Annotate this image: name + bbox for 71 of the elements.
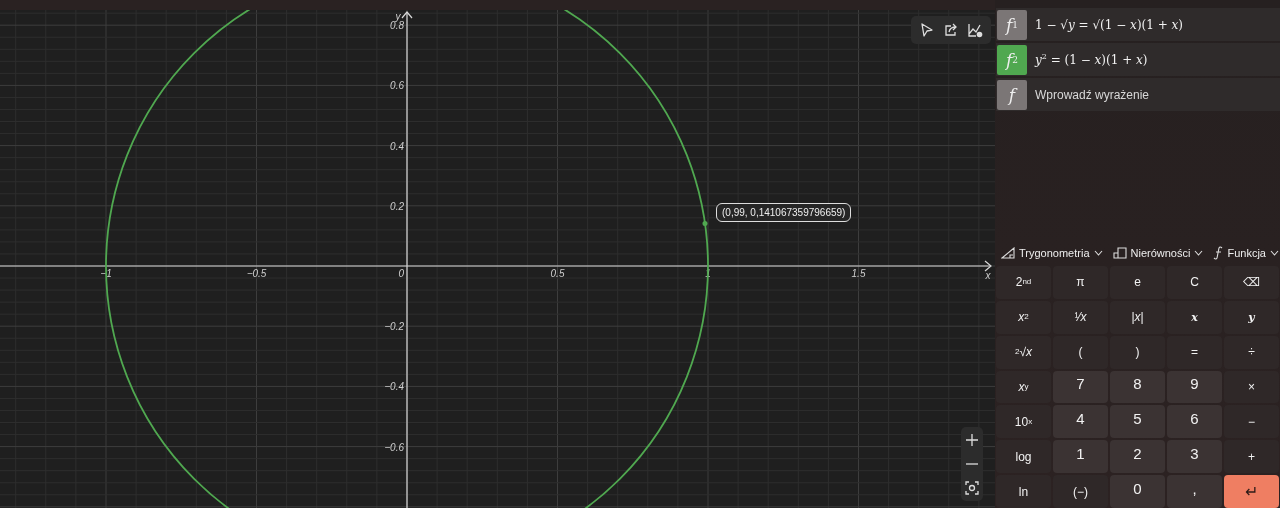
keypad-key[interactable]: x	[1167, 300, 1222, 334]
chevron-down-icon	[1194, 250, 1204, 256]
keypad-key[interactable]: ↵	[1224, 475, 1279, 508]
axis-tick-label: 0.4	[390, 140, 404, 152]
axis-tick-label: 0.5	[550, 268, 565, 279]
chevron-down-icon	[1093, 250, 1103, 256]
keypad-key[interactable]: (−)	[1053, 475, 1108, 508]
fit-view-icon	[965, 481, 979, 495]
keypad-key[interactable]: 10$^{x}$	[996, 405, 1051, 439]
share-icon	[943, 22, 959, 38]
coordinate-tooltip: (0,99, 0,141067359796659)	[716, 203, 852, 222]
keypad-key[interactable]: (	[1053, 335, 1108, 369]
function-expression: y$^{2}$ = (1 − x)(1 + x)	[1035, 52, 1148, 67]
keypad-key[interactable]: ⌫	[1224, 266, 1279, 299]
axis-tick-label: 0.2	[390, 200, 404, 212]
dropdown-button[interactable]: Trygonometria	[999, 247, 1105, 259]
zoom-in-button[interactable]	[963, 431, 981, 449]
keypad-key[interactable]: +	[1224, 440, 1279, 474]
keypad-key[interactable]: 2	[1110, 440, 1165, 474]
keypad-key[interactable]: ,	[1167, 475, 1222, 508]
axis-tick-label: −0.6	[384, 441, 404, 453]
keypad-key[interactable]: y	[1224, 300, 1279, 334]
plus-icon	[965, 433, 979, 447]
cursor-icon	[919, 22, 935, 38]
keypad-key[interactable]: C	[1167, 266, 1222, 299]
keypad-key[interactable]: 0	[1110, 475, 1165, 508]
axis-tick-label: −0.4	[384, 381, 404, 393]
keypad-key[interactable]: e	[1110, 266, 1165, 299]
keypad-key[interactable]: 9	[1167, 370, 1222, 404]
keypad-key[interactable]: $^{2}$√x	[996, 335, 1051, 369]
trace-point[interactable]	[702, 221, 708, 227]
keypad-key[interactable]: x$^{2}$	[996, 300, 1051, 334]
axis-tick-label: 0	[398, 268, 404, 279]
chevron-down-icon	[1269, 250, 1279, 256]
keypad-key[interactable]: ÷	[1224, 335, 1279, 369]
function-icon	[1213, 246, 1224, 260]
keypad-key[interactable]: 6	[1167, 405, 1222, 439]
expression-input-row[interactable]: f Wprowadź wyrażenie	[996, 78, 1280, 111]
keypad-key[interactable]: 5	[1110, 405, 1165, 439]
keypad-key[interactable]: =	[1167, 335, 1222, 369]
keypad-key[interactable]: 7	[1053, 370, 1108, 404]
axis-tick-label: 0.8	[390, 20, 404, 32]
dropdown-button[interactable]: Nierówności	[1110, 247, 1206, 259]
function-color-swatch[interactable]: f	[997, 79, 1027, 110]
keypad-key[interactable]: 4	[1053, 405, 1108, 439]
triangle-ruler-icon	[1001, 247, 1015, 259]
axis-label: y	[395, 11, 401, 22]
keypad-key[interactable]: )	[1110, 335, 1165, 369]
inequality-icon	[1112, 247, 1127, 259]
keypad-key[interactable]: 3	[1167, 440, 1222, 474]
dropdown-button[interactable]: Funkcja	[1211, 246, 1280, 260]
keypad-key[interactable]: ¹⁄x	[1053, 300, 1108, 334]
axis-tick-label: 1.5	[851, 268, 866, 279]
keypad-key[interactable]: 2$^{nd}$	[996, 266, 1051, 299]
keypad-key[interactable]: π	[1053, 266, 1108, 299]
axis-tick-label: −0.2	[384, 321, 404, 333]
fit-view-button[interactable]	[963, 479, 981, 497]
keypad-key[interactable]: |x|	[1110, 300, 1165, 334]
keypad-key[interactable]: ln	[996, 475, 1051, 508]
keypad-key[interactable]: ×	[1224, 370, 1279, 404]
keypad-key[interactable]: 1	[1053, 440, 1108, 474]
axis-tick-label: −0.5	[246, 268, 267, 279]
expression-input-field[interactable]: Wprowadź wyrażenie	[1035, 79, 1280, 110]
graph-settings-icon	[967, 22, 983, 38]
keypad-key[interactable]: −	[1224, 405, 1279, 439]
keypad-key[interactable]: log	[996, 440, 1051, 474]
keypad-key[interactable]: 8	[1110, 370, 1165, 404]
keypad-key[interactable]: x$^{y}$	[996, 370, 1051, 404]
axis-label: x	[985, 270, 991, 281]
axis-tick-label: 0.6	[390, 80, 404, 92]
function-expression: 1 − √y = √(1 − x)(1 + x)	[1035, 17, 1184, 32]
